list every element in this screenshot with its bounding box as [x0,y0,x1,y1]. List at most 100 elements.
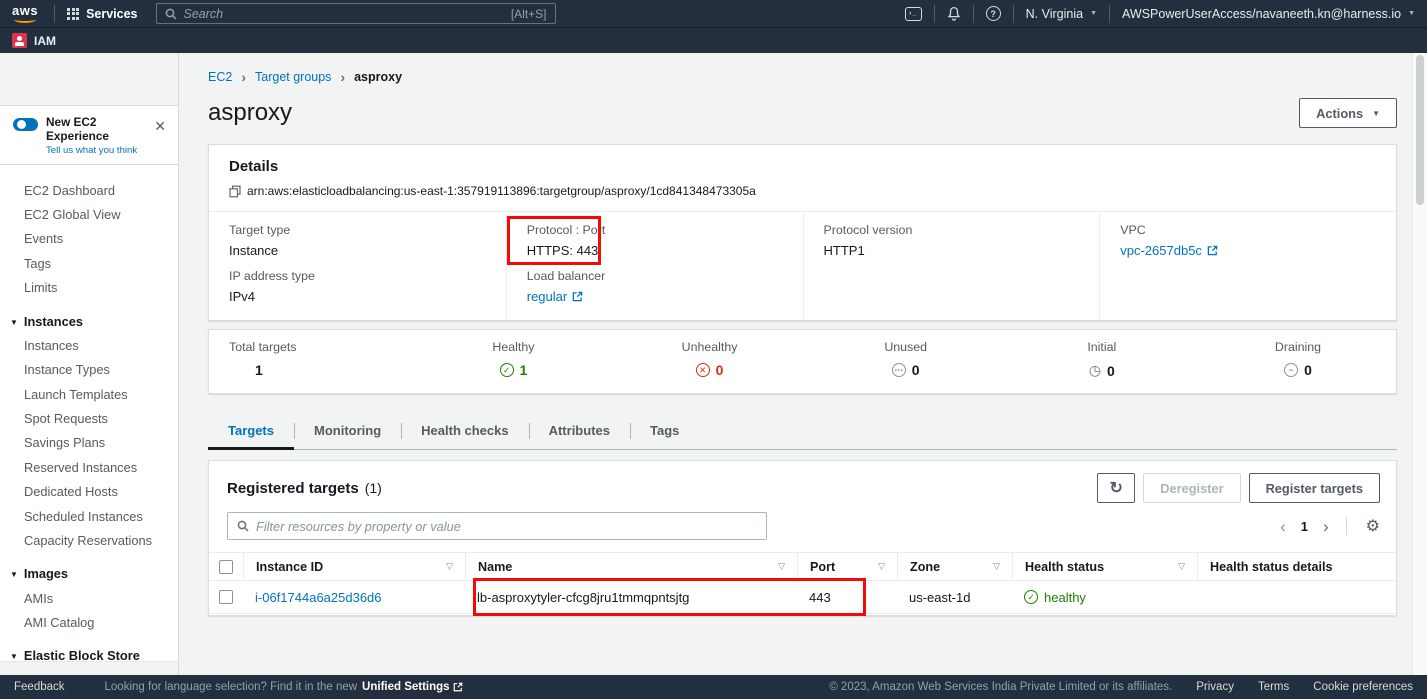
notifications-bell-icon[interactable] [947,6,961,22]
sort-icon[interactable]: ▽ [870,561,885,572]
footer: Feedback Looking for language selection?… [0,675,1427,699]
divider [1013,5,1014,23]
sidebar-section-images[interactable]: ▼Images [0,562,178,586]
breadcrumb: EC2 › Target groups › asproxy [180,53,1427,85]
iam-label: IAM [34,34,56,48]
aws-logo[interactable]: aws [12,5,38,23]
help-icon[interactable]: ? [986,6,1001,21]
sidebar-item-amis[interactable]: AMIs [0,586,178,610]
scrollbar-thumb[interactable] [1416,55,1424,205]
sidebar-section-ebs[interactable]: ▼Elastic Block Store [0,644,178,661]
sidebar-item-spot-requests[interactable]: Spot Requests [0,406,178,430]
filter-box[interactable] [227,512,767,540]
deregister-button[interactable]: Deregister [1143,473,1240,503]
sidebar-item-scheduled-instances[interactable]: Scheduled Instances [0,504,178,528]
triangle-down-icon: ▼ [10,318,18,327]
filter-input[interactable] [256,519,757,534]
services-label: Services [86,7,137,21]
ec2-sidebar: New EC2 Experience Tell us what you thin… [0,53,179,675]
privacy-link[interactable]: Privacy [1196,681,1234,693]
tab-monitoring[interactable]: Monitoring [294,414,401,450]
close-icon[interactable]: ✕ [154,119,166,133]
sidebar-item-capacity-reservations[interactable]: Capacity Reservations [0,528,178,552]
services-menu-button[interactable]: Services [67,7,137,21]
select-all-checkbox[interactable] [219,560,233,574]
copyright-text: © 2023, Amazon Web Services India Privat… [829,681,1172,693]
vpc-link[interactable]: vpc-2657db5c [1120,243,1376,258]
ip-address-type-value: IPv4 [229,289,486,304]
cloudshell-icon[interactable]: ›_ [905,7,922,21]
sidebar-item-ec2-global-view[interactable]: EC2 Global View [0,202,178,226]
new-experience-panel: New EC2 Experience Tell us what you thin… [0,105,178,165]
targets-table: Instance ID▽ Name▽ Port▽ Zone▽ Health st… [209,552,1396,614]
sort-icon[interactable]: ▽ [985,561,1000,572]
cookie-preferences-link[interactable]: Cookie preferences [1313,681,1413,693]
healthy-check-icon: ✓ [500,363,514,377]
sidebar-nav: EC2 Dashboard EC2 Global View Events Tag… [0,165,178,661]
sidebar-item-instances[interactable]: Instances [0,333,178,357]
terms-link[interactable]: Terms [1258,681,1289,693]
target-zone-cell: us-east-1d [897,590,1012,605]
top-navigation: aws Services [Alt+S] ›_ ? N. Virginia ▼ [0,0,1427,53]
breadcrumb-separator: › [241,69,246,85]
registered-targets-count: (1) [365,480,382,496]
breadcrumb-ec2[interactable]: EC2 [208,70,232,84]
chevron-down-icon: ▼ [1090,10,1097,17]
divider [54,5,55,23]
sidebar-item-savings-plans[interactable]: Savings Plans [0,431,178,455]
search-input[interactable] [184,7,511,21]
breadcrumb-separator: › [340,69,345,85]
external-link-icon [453,682,463,692]
breadcrumb-target-groups[interactable]: Target groups [255,70,331,84]
tab-targets[interactable]: Targets [208,414,294,450]
stat-total-targets: Total targets 1 [209,340,415,379]
instance-id-link[interactable]: i-06f1744a6a25d36d6 [255,590,382,605]
sidebar-item-events[interactable]: Events [0,227,178,251]
chevron-down-icon: ▼ [1408,10,1415,17]
stat-draining: Draining −0 [1200,340,1396,379]
account-menu[interactable]: AWSPowerUserAccess/navaneeth.kn@harness.… [1122,7,1415,21]
scrollbar[interactable] [1412,53,1427,675]
copy-icon[interactable] [229,185,241,198]
region-selector[interactable]: N. Virginia ▼ [1026,7,1097,21]
aws-smile-icon [14,16,36,23]
row-checkbox[interactable] [219,590,233,604]
sidebar-section-instances[interactable]: ▼Instances [0,309,178,333]
sidebar-item-limits[interactable]: Limits [0,276,178,300]
sidebar-item-dedicated-hosts[interactable]: Dedicated Hosts [0,480,178,504]
previous-page-icon[interactable]: ‹ [1280,518,1286,535]
global-search[interactable]: [Alt+S] [156,3,556,24]
feedback-button[interactable]: Feedback [14,681,65,693]
register-targets-button[interactable]: Register targets [1249,473,1380,503]
favorite-iam-link[interactable]: IAM [12,33,56,48]
tab-health-checks[interactable]: Health checks [401,414,528,450]
tab-attributes[interactable]: Attributes [529,414,630,450]
sort-icon[interactable]: ▽ [1170,561,1185,572]
page-number[interactable]: 1 [1301,519,1308,534]
column-health-status: Health status [1025,560,1104,574]
column-zone: Zone [910,560,940,574]
sidebar-item-reserved-instances[interactable]: Reserved Instances [0,455,178,479]
table-settings-gear-icon[interactable]: ⚙ [1366,516,1380,536]
actions-button[interactable]: Actions ▼ [1299,98,1397,128]
load-balancer-link[interactable]: regular [527,289,783,304]
new-experience-toggle[interactable] [13,118,38,131]
sidebar-item-launch-templates[interactable]: Launch Templates [0,382,178,406]
tell-us-link[interactable]: Tell us what you think [46,145,152,156]
tab-tags[interactable]: Tags [630,414,699,450]
aws-logo-text: aws [12,5,38,16]
refresh-button[interactable]: ↻ [1097,473,1135,503]
account-label: AWSPowerUserAccess/navaneeth.kn@harness.… [1122,7,1401,21]
sidebar-item-ec2-dashboard[interactable]: EC2 Dashboard [0,178,178,202]
target-type-value: Instance [229,243,486,258]
next-page-icon[interactable]: › [1323,518,1329,535]
search-icon [237,520,249,532]
unified-settings-link[interactable]: Unified Settings [362,681,463,693]
sort-icon[interactable]: ▽ [438,561,453,572]
sort-icon[interactable]: ▽ [770,561,785,572]
sidebar-item-ami-catalog[interactable]: AMI Catalog [0,610,178,634]
sidebar-item-instance-types[interactable]: Instance Types [0,358,178,382]
divider [1346,517,1347,535]
sidebar-item-tags[interactable]: Tags [0,251,178,275]
external-link-icon [572,291,583,302]
